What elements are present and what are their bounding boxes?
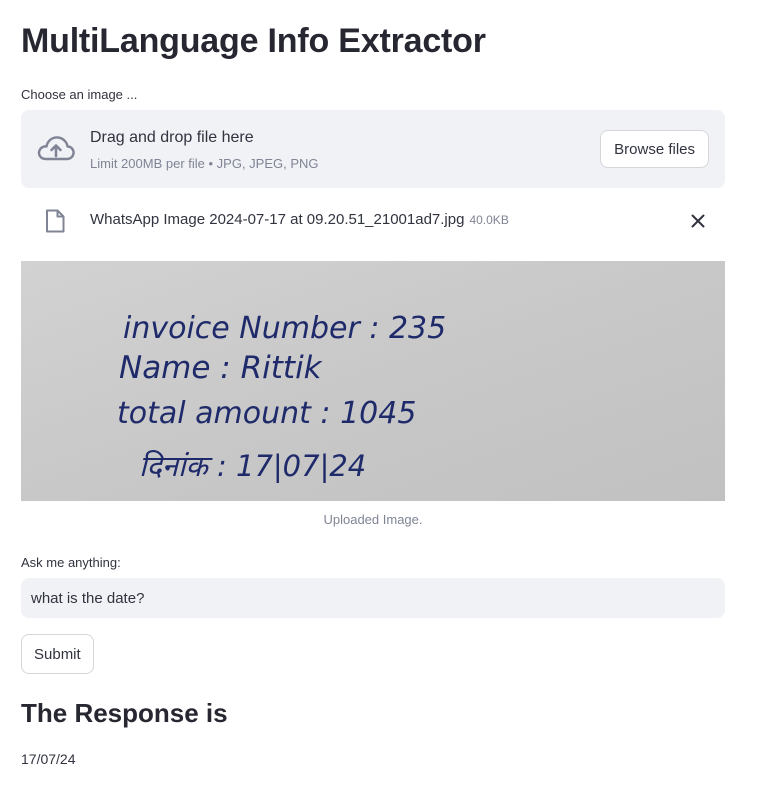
cloud-upload-icon bbox=[37, 136, 75, 161]
handwritten-line-4: दिनांक : 17|07|24 bbox=[139, 449, 366, 483]
dropzone-limit: Limit 200MB per file • JPG, JPEG, PNG bbox=[90, 156, 319, 171]
page-title: MultiLanguage Info Extractor bbox=[21, 22, 486, 60]
file-icon bbox=[46, 209, 65, 233]
submit-button[interactable]: Submit bbox=[21, 634, 94, 674]
handwritten-line-2: Name : Rittik bbox=[119, 350, 323, 386]
dropzone-instruction: Drag and drop file here bbox=[90, 129, 254, 146]
uploader-label: Choose an image ... bbox=[21, 87, 138, 102]
handwritten-line-3: total amount : 1045 bbox=[117, 396, 416, 431]
image-caption: Uploaded Image. bbox=[323, 512, 423, 527]
uploaded-file-row: WhatsApp Image 2024-07-17 at 09.20.51_21… bbox=[21, 200, 725, 242]
response-heading: The Response is bbox=[21, 698, 228, 728]
question-input[interactable] bbox=[21, 578, 725, 618]
file-name: WhatsApp Image 2024-07-17 at 09.20.51_21… bbox=[90, 211, 509, 228]
handwritten-line-1: invoice Number : 235 bbox=[123, 311, 446, 346]
browse-files-button[interactable]: Browse files bbox=[600, 130, 709, 168]
handwritten-note-image: invoice Number : 235 Name : Rittik total… bbox=[21, 261, 725, 501]
file-dropzone[interactable]: Drag and drop file here Limit 200MB per … bbox=[21, 110, 725, 188]
response-text: 17/07/24 bbox=[21, 751, 76, 767]
remove-file-button[interactable] bbox=[687, 210, 709, 232]
question-label: Ask me anything: bbox=[21, 555, 121, 570]
close-icon bbox=[691, 214, 705, 228]
file-name-text: WhatsApp Image 2024-07-17 at 09.20.51_21… bbox=[90, 211, 465, 228]
uploaded-image: invoice Number : 235 Name : Rittik total… bbox=[21, 261, 725, 501]
app-page: MultiLanguage Info Extractor Choose an i… bbox=[0, 0, 757, 800]
file-size: 40.0KB bbox=[469, 213, 509, 227]
